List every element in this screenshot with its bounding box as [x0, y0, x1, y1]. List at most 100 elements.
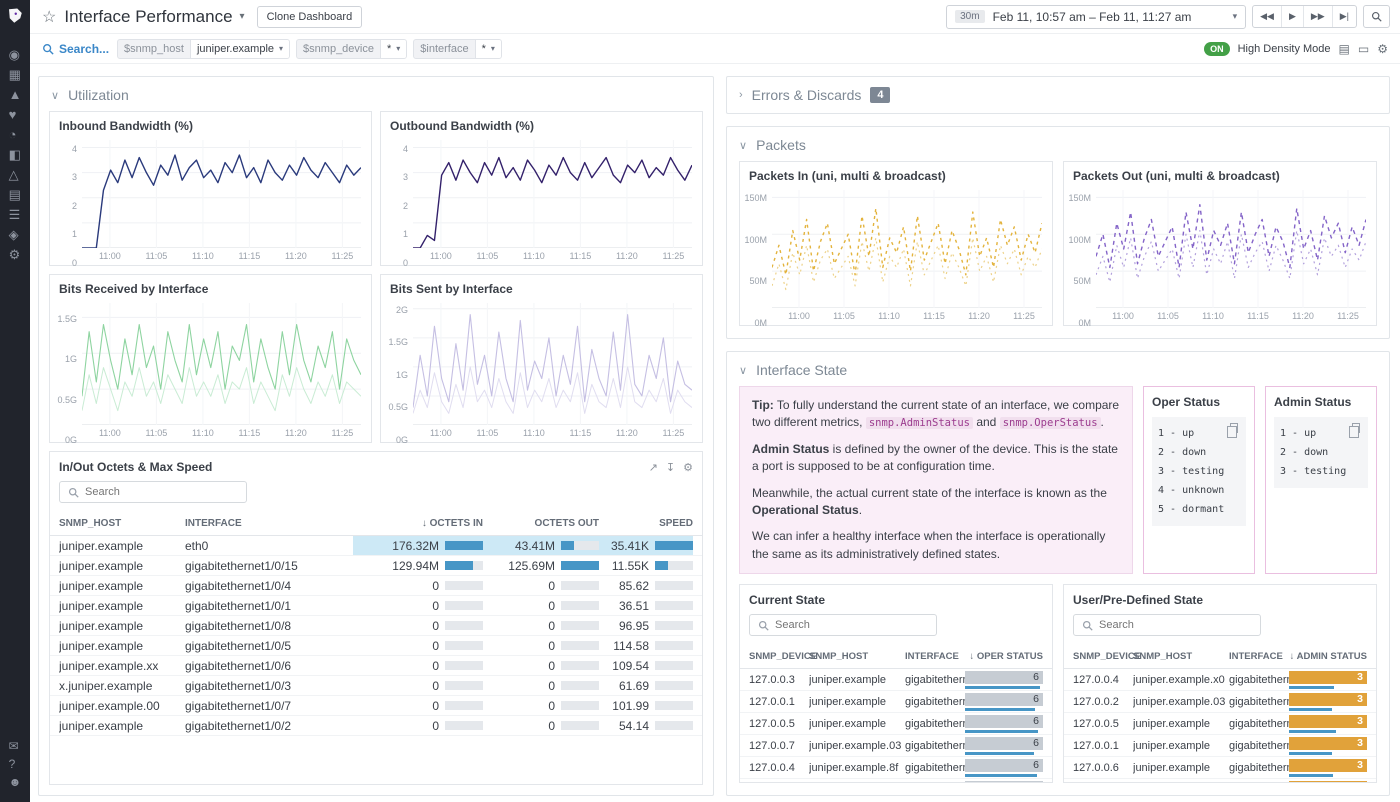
- user-icon[interactable]: ☻: [9, 776, 22, 788]
- octets-search-input[interactable]: [85, 486, 238, 498]
- x-axis-label: 11:20: [616, 251, 638, 261]
- column-header[interactable]: SNMP_HOST: [1133, 651, 1229, 662]
- table-row[interactable]: 127.0.0.7juniper.example.03gigabitethern…: [740, 735, 1052, 757]
- export-icon[interactable]: ↧: [666, 461, 675, 474]
- octets-search[interactable]: [59, 481, 247, 503]
- table-row[interactable]: x.juniper.examplegigabitethernet1/0/3006…: [50, 676, 702, 696]
- column-header[interactable]: ↓ OCTETS IN: [353, 518, 483, 529]
- infrastructure-icon[interactable]: ▲: [9, 88, 22, 101]
- help-icon[interactable]: ?: [9, 758, 22, 770]
- high-density-toggle[interactable]: ON: [1204, 42, 1230, 56]
- dashboard-gear-icon[interactable]: ⚙: [1377, 42, 1388, 56]
- predefined-state-search-input[interactable]: [1099, 619, 1252, 631]
- chat-icon[interactable]: ✉: [9, 740, 22, 752]
- security-icon[interactable]: ◈: [9, 228, 22, 241]
- apm-icon[interactable]: △: [9, 168, 22, 181]
- chart-packets-in[interactable]: Packets In (uni, multi & broadcast) 0M50…: [739, 161, 1053, 326]
- value-bar: [561, 661, 599, 670]
- table-row[interactable]: 127.0.0.4juniper.example.x0gigabitethern…: [1064, 669, 1376, 691]
- column-header[interactable]: ↓ OPER STATUS: [965, 651, 1043, 662]
- favorite-star-icon[interactable]: ☆: [42, 7, 56, 27]
- predefined-state-widget: User/Pre-Defined State SNMP_DEVICESNMP_H…: [1063, 584, 1377, 783]
- table-row[interactable]: juniper.example.00gigabitethernet1/0/700…: [50, 696, 702, 716]
- table-row[interactable]: 127.0.0.5juniper.examplegigabitethernet1…: [1064, 713, 1376, 735]
- section-packets[interactable]: ∨ Packets: [727, 127, 1389, 161]
- column-header[interactable]: ↓ ADMIN STATUS: [1289, 651, 1367, 662]
- column-header[interactable]: INTERFACE: [1229, 651, 1289, 662]
- table-row[interactable]: juniper.examplegigabitethernet1/0/15129.…: [50, 556, 702, 576]
- title-dropdown-icon[interactable]: ▾: [240, 11, 245, 22]
- table-row[interactable]: juniper.examplegigabitethernet1/0/80096.…: [50, 616, 702, 636]
- clone-dashboard-button[interactable]: Clone Dashboard: [257, 6, 363, 28]
- table-row[interactable]: 127.0.0.3juniper.examplegigabitethernet1…: [740, 669, 1052, 691]
- chart-bits-received[interactable]: Bits Received by Interface 0G0.5G1G1.5G1…: [49, 274, 372, 443]
- fullscreen-icon[interactable]: ↗: [649, 461, 658, 474]
- current-state-search[interactable]: [749, 614, 937, 636]
- chart-outbound-bandwidth[interactable]: Outbound Bandwidth (%) 0123411:0011:0511…: [380, 111, 703, 266]
- column-header[interactable]: INTERFACE: [185, 518, 353, 529]
- copy-icon[interactable]: [1230, 423, 1238, 433]
- chart-packets-out[interactable]: Packets Out (uni, multi & broadcast) 0M5…: [1063, 161, 1377, 326]
- y-axis-label: 0: [72, 258, 77, 268]
- table-row[interactable]: juniper.examplegigabitethernet1/0/10036.…: [50, 596, 702, 616]
- template-variable-snmp_device[interactable]: $snmp_device* ▾: [296, 39, 407, 59]
- table-row[interactable]: 127.0.0.6juniper.examplegigabitethernet1…: [1064, 757, 1376, 779]
- section-errors-discards[interactable]: › Errors & Discards 4: [727, 77, 1389, 113]
- table-row[interactable]: juniper.examplegigabitethernet1/0/500114…: [50, 636, 702, 656]
- x-axis-label: 11:10: [192, 428, 214, 438]
- chart-inbound-bandwidth[interactable]: Inbound Bandwidth (%) 0123411:0011:0511:…: [49, 111, 372, 266]
- table-row[interactable]: juniper.exampleeth0176.32M43.41M35.41K: [50, 536, 702, 556]
- table-row[interactable]: 127.0.0.1juniper.examplegigabitethernet1…: [1064, 735, 1376, 757]
- datadog-logo[interactable]: [6, 7, 24, 25]
- table-row[interactable]: 127.0.0.5juniper.examplegigabitethernet1…: [740, 713, 1052, 735]
- metrics-icon[interactable]: ◔: [9, 128, 22, 141]
- table-row[interactable]: 127.0.0.4juniper.example.8fgigabitethern…: [740, 757, 1052, 779]
- settings-icon[interactable]: ⚙: [9, 248, 22, 261]
- column-header[interactable]: INTERFACE: [905, 651, 965, 662]
- dashboards-icon[interactable]: ▦: [9, 68, 22, 81]
- template-variable-interface[interactable]: $interface* ▾: [413, 39, 502, 59]
- section-utilization[interactable]: ∨ Utilization: [39, 77, 713, 111]
- column-header[interactable]: SNMP_DEVICE: [749, 651, 809, 662]
- table-header-row[interactable]: SNMP_DEVICESNMP_HOSTINTERFACE↓ OPER STAT…: [740, 644, 1052, 669]
- table-row[interactable]: juniper.example.xxgigabitethernet1/0/600…: [50, 656, 702, 676]
- watchdog-icon[interactable]: ◉: [9, 48, 22, 61]
- table-row[interactable]: 127.0.0.3juniper.examplegigabitethernet1…: [1064, 779, 1376, 783]
- template-variable-snmp_host[interactable]: $snmp_hostjuniper.example ▾: [117, 39, 290, 59]
- table-row[interactable]: 127.0.0.2juniper.example.03gigabitethern…: [1064, 691, 1376, 713]
- numeric-cell: 0: [353, 676, 483, 695]
- chevron-down-icon: ▾: [491, 44, 495, 53]
- table-header-row[interactable]: SNMP_DEVICESNMP_HOSTINTERFACE↓ ADMIN STA…: [1064, 644, 1376, 669]
- logs-icon[interactable]: ☰: [9, 208, 22, 221]
- x-axis-label: 11:05: [145, 428, 167, 438]
- chart-bits-sent[interactable]: Bits Sent by Interface 0G0.5G1G1.5G2G11:…: [380, 274, 703, 443]
- section-interface-state[interactable]: ∨ Interface State: [727, 352, 1389, 386]
- predefined-state-search[interactable]: [1073, 614, 1261, 636]
- zoom-search-button[interactable]: [1364, 6, 1389, 27]
- jump-forward-button[interactable]: ▶▶: [1303, 6, 1332, 27]
- notebooks-icon[interactable]: ▤: [9, 188, 22, 201]
- column-header[interactable]: SNMP_HOST: [809, 651, 905, 662]
- section-title: Utilization: [68, 87, 129, 103]
- table-row[interactable]: 127.0.0.2juniper.example.05gigabitethern…: [740, 779, 1052, 783]
- jump-to-now-button[interactable]: ▶|: [1332, 6, 1356, 27]
- table-row[interactable]: juniper.examplegigabitethernet1/0/40085.…: [50, 576, 702, 596]
- octets-header-row[interactable]: SNMP_HOSTINTERFACE↓ OCTETS INOCTETS OUTS…: [50, 511, 702, 536]
- table-row[interactable]: 127.0.0.1juniper.examplegigabitethernet1…: [740, 691, 1052, 713]
- tv-screen-icon[interactable]: ▤: [1339, 42, 1350, 56]
- current-state-search-input[interactable]: [775, 619, 928, 631]
- column-header[interactable]: SPEED: [599, 518, 693, 529]
- column-header[interactable]: OCTETS OUT: [483, 518, 599, 529]
- presentation-mode-icon[interactable]: ▭: [1358, 42, 1369, 56]
- column-header[interactable]: SNMP_HOST: [59, 518, 185, 529]
- monitors-icon[interactable]: ♥: [9, 108, 22, 121]
- play-button[interactable]: ▶: [1281, 6, 1303, 27]
- time-range-picker[interactable]: 30m Feb 11, 10:57 am – Feb 11, 11:27 am …: [946, 5, 1246, 29]
- integrations-icon[interactable]: ◧: [9, 148, 22, 161]
- copy-icon[interactable]: [1352, 423, 1360, 433]
- column-header[interactable]: SNMP_DEVICE: [1073, 651, 1133, 662]
- jump-back-button[interactable]: ◀◀: [1253, 6, 1281, 27]
- table-row[interactable]: juniper.examplegigabitethernet1/0/20054.…: [50, 716, 702, 736]
- search-link[interactable]: Search...: [42, 42, 109, 56]
- widget-gear-icon[interactable]: ⚙: [683, 461, 693, 474]
